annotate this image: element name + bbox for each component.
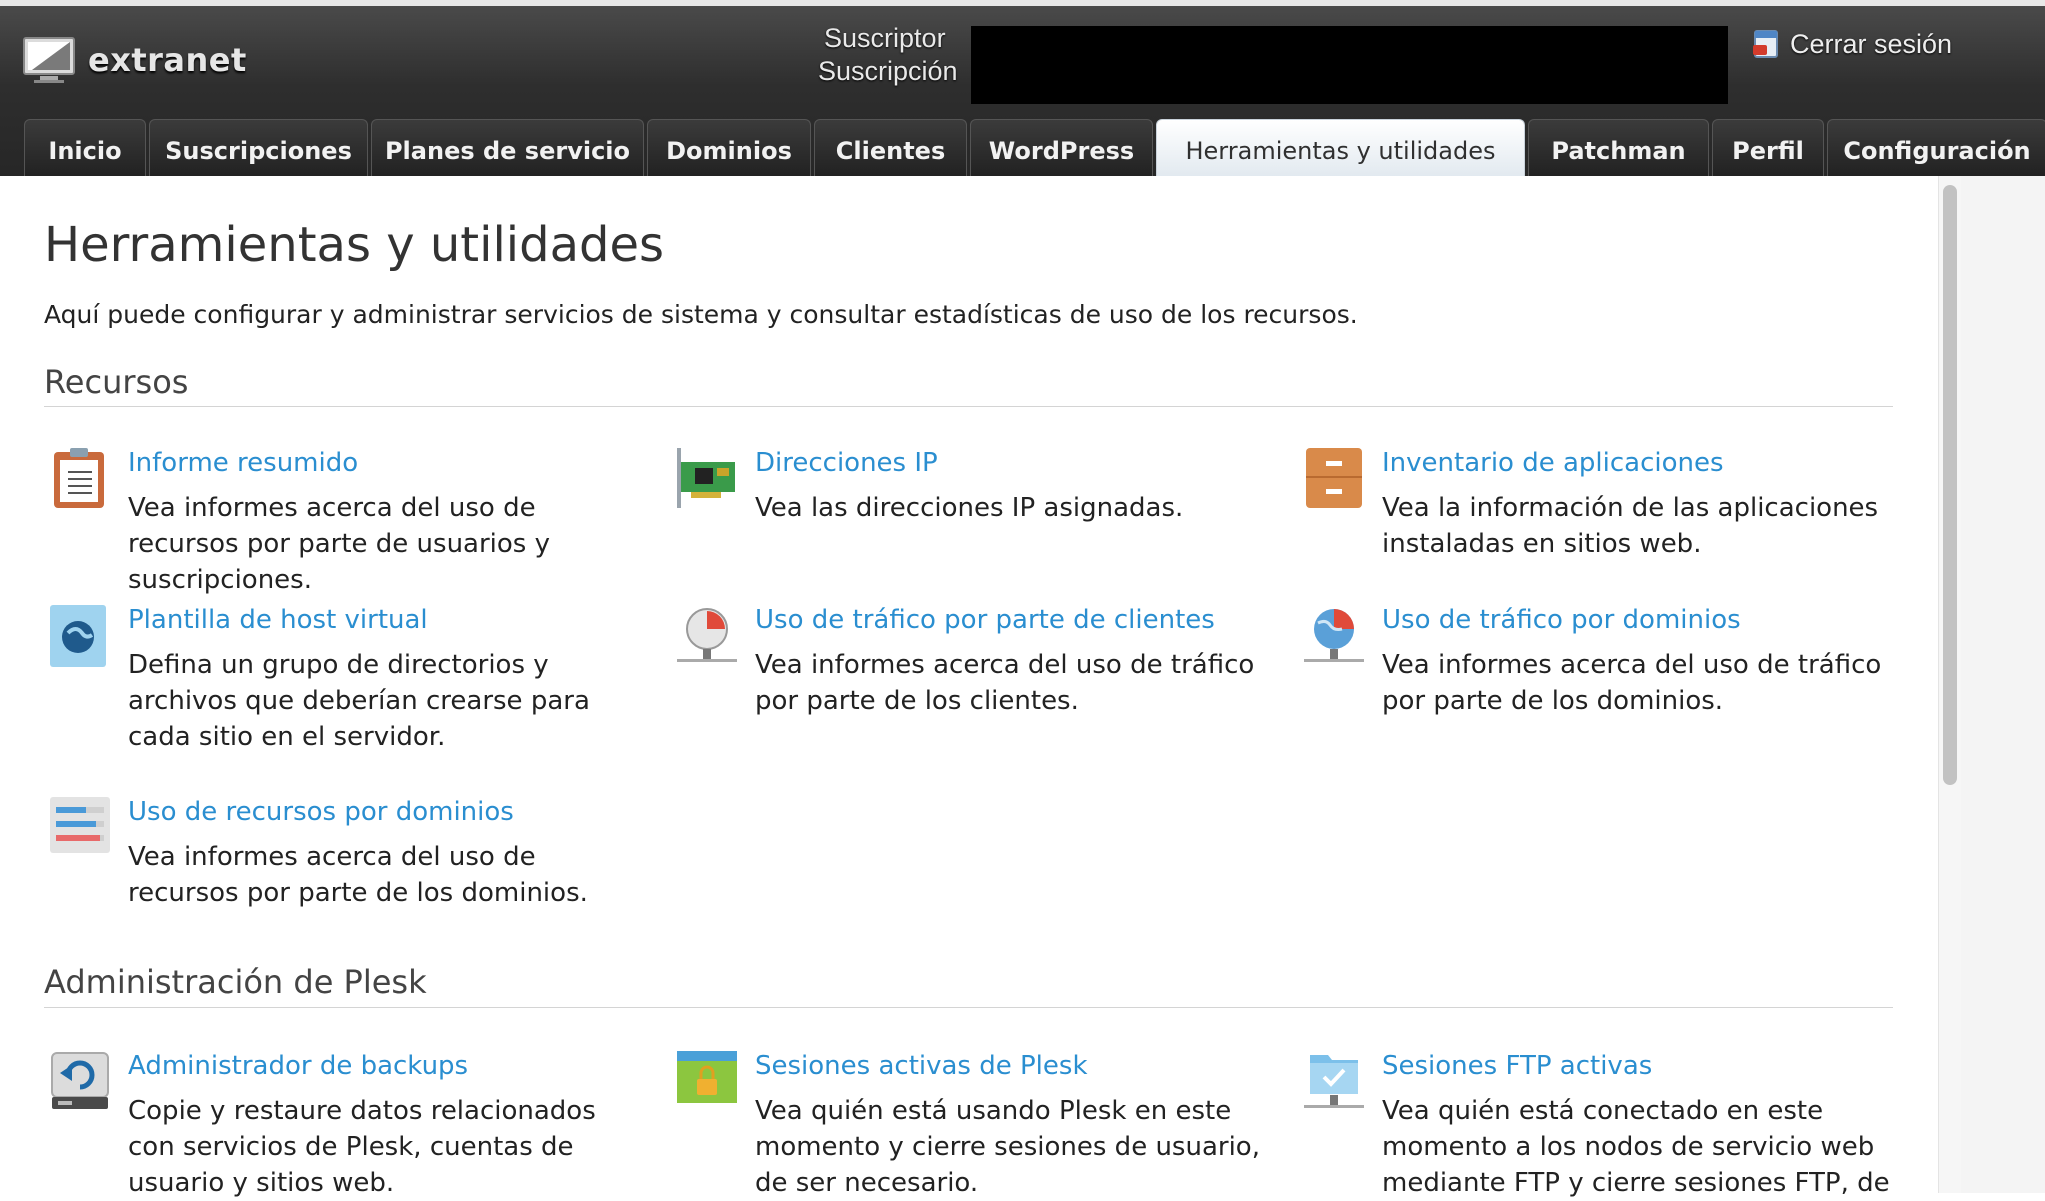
tool-description: Vea informes acerca del uso de tráfico p… bbox=[755, 650, 1255, 716]
clipboard-report-icon bbox=[54, 448, 104, 508]
tool-description: Vea quién está usando Plesk en este mome… bbox=[755, 1096, 1260, 1198]
logout-label: Cerrar sesión bbox=[1790, 28, 1953, 59]
tool-link[interactable]: Uso de recursos por dominios bbox=[128, 797, 514, 827]
tab-inicio[interactable]: Inicio bbox=[24, 119, 146, 182]
bars-usage-icon bbox=[50, 797, 110, 853]
tool-description: Vea informes acerca del uso de recursos … bbox=[128, 493, 551, 595]
tool-description: Defina un grupo de directorios y archivo… bbox=[128, 650, 590, 752]
subscription-label: Suscripción bbox=[818, 56, 958, 86]
logo-text: extranet bbox=[88, 41, 247, 79]
tab-dominios[interactable]: Dominios bbox=[647, 119, 811, 182]
pie-chart-network-icon bbox=[677, 608, 737, 662]
page-title: Herramientas y utilidades bbox=[44, 217, 665, 273]
logo[interactable]: extranet bbox=[22, 36, 247, 84]
tool-link[interactable]: Administrador de backups bbox=[128, 1051, 468, 1081]
tab-herramientas-y-utilidades[interactable]: Herramientas y utilidades bbox=[1156, 119, 1525, 182]
section-divider bbox=[44, 406, 1893, 407]
page-description: Aquí puede configurar y administrar serv… bbox=[44, 300, 1358, 329]
tab-suscripciones[interactable]: Suscripciones bbox=[149, 119, 368, 182]
tab-planes-de-servicio[interactable]: Planes de servicio bbox=[371, 119, 644, 182]
subscriber-info: Suscriptor Suscripción bbox=[818, 22, 958, 88]
redacted-block bbox=[971, 26, 1728, 104]
tool-link[interactable]: Plantilla de host virtual bbox=[128, 605, 428, 635]
tab-configuracion[interactable]: Configuración bbox=[1827, 119, 2045, 182]
tool-link[interactable]: Sesiones FTP activas bbox=[1382, 1051, 1652, 1081]
network-card-icon bbox=[677, 448, 735, 508]
ftp-folder-icon bbox=[1304, 1055, 1364, 1108]
tab-wordpress[interactable]: WordPress bbox=[970, 119, 1153, 182]
cabinet-icon bbox=[1306, 448, 1362, 508]
tool-link[interactable]: Direcciones IP bbox=[755, 448, 938, 478]
tool-description: Vea informes acerca del uso de recursos … bbox=[128, 842, 588, 908]
tool-description: Vea quién está conectado en este momento… bbox=[1382, 1096, 1890, 1198]
backup-drive-icon bbox=[51, 1052, 109, 1109]
monitor-logo-icon bbox=[23, 37, 75, 83]
tab-perfil[interactable]: Perfil bbox=[1712, 119, 1824, 182]
logout-button[interactable]: Cerrar sesión bbox=[1752, 28, 1952, 60]
globe-template-icon bbox=[50, 605, 106, 667]
main-nav-tabs: Inicio Suscripciones Planes de servicio … bbox=[24, 119, 2045, 182]
globe-chart-network-icon bbox=[1304, 609, 1364, 662]
tab-patchman[interactable]: Patchman bbox=[1528, 119, 1709, 182]
tool-description: Copie y restaure datos relacionados con … bbox=[128, 1096, 596, 1198]
section-title-administracion-de-plesk: Administración de Plesk bbox=[44, 963, 427, 1001]
tool-description: Vea la información de las aplicaciones i… bbox=[1382, 493, 1879, 559]
tab-clientes[interactable]: Clientes bbox=[814, 119, 967, 182]
tool-link[interactable]: Uso de tráfico por parte de clientes bbox=[755, 605, 1215, 635]
tool-link[interactable]: Inventario de aplicaciones bbox=[1382, 448, 1724, 478]
top-header: extranet Suscriptor Suscripción Cerrar s… bbox=[0, 0, 2045, 182]
tool-description: Vea informes acerca del uso de tráfico p… bbox=[1382, 650, 1882, 716]
subscriber-label: Suscriptor bbox=[824, 23, 946, 53]
tool-link[interactable]: Informe resumido bbox=[128, 448, 358, 478]
scrollbar-thumb[interactable] bbox=[1943, 185, 1957, 785]
tool-description: Vea las direcciones IP asignadas. bbox=[755, 493, 1184, 523]
section-title-recursos: Recursos bbox=[44, 363, 189, 401]
lock-window-icon bbox=[677, 1051, 737, 1103]
tool-link[interactable]: Sesiones activas de Plesk bbox=[755, 1051, 1088, 1081]
tool-link[interactable]: Uso de tráfico por dominios bbox=[1382, 605, 1741, 635]
logout-icon bbox=[1753, 30, 1778, 58]
section-divider bbox=[44, 1007, 1893, 1008]
